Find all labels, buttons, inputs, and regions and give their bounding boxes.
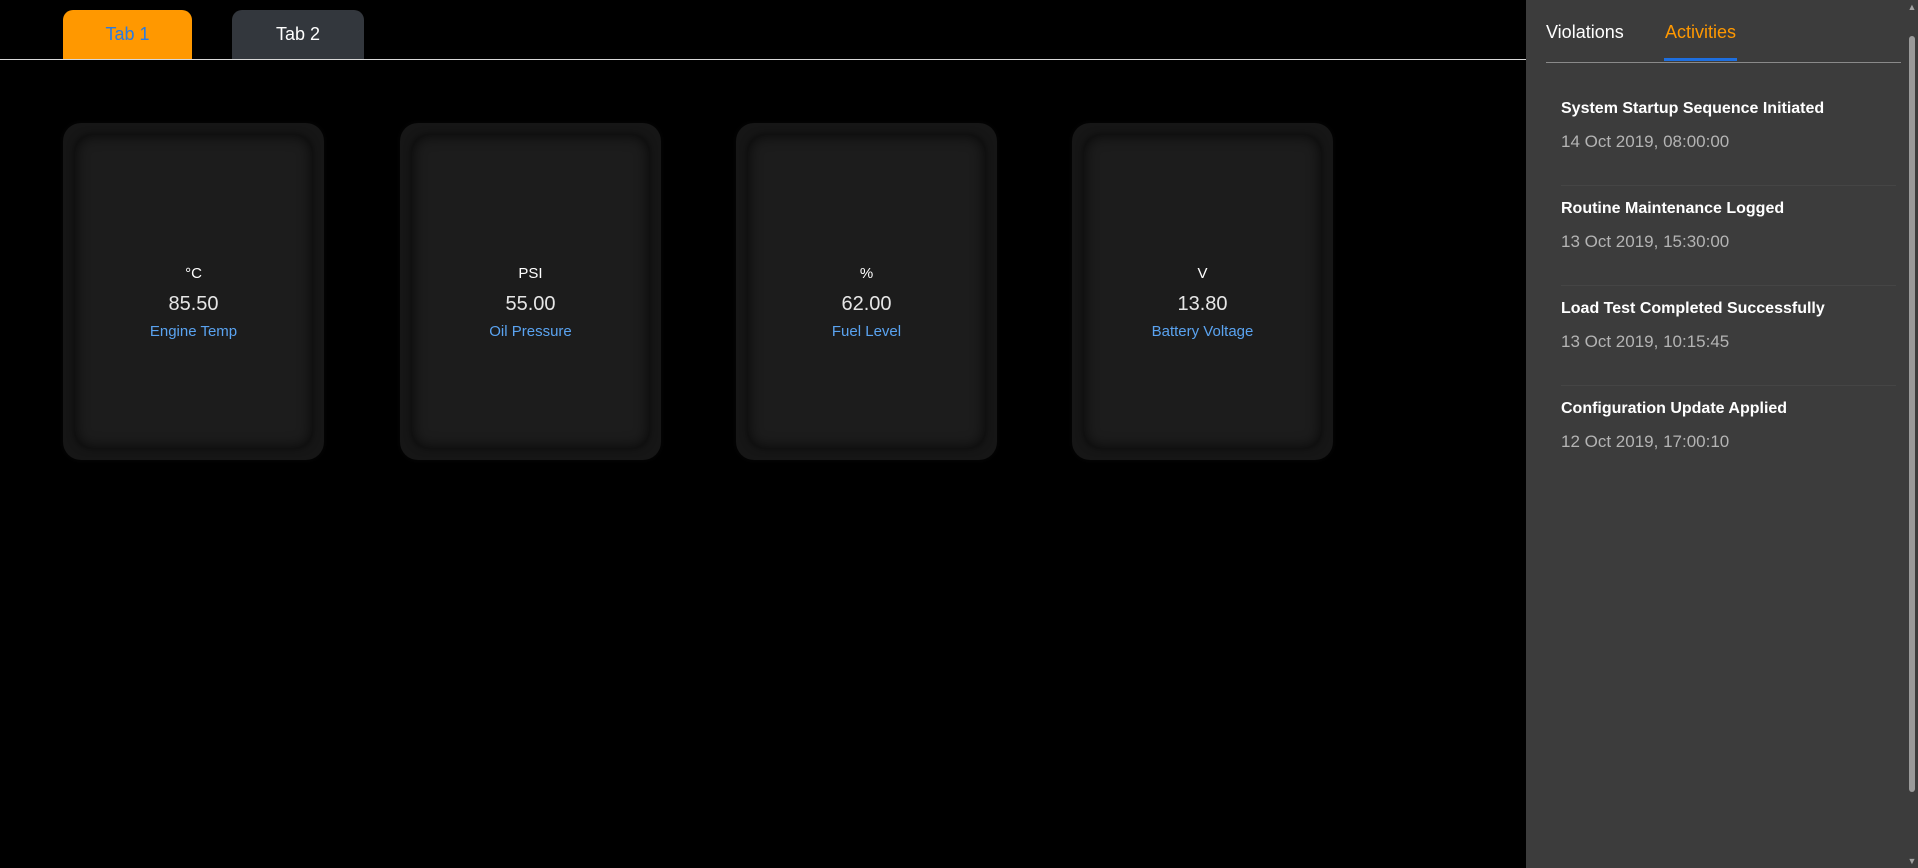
scroll-up-arrow-icon[interactable]: ▲ xyxy=(1907,2,1917,12)
gauge-card-battery-voltage[interactable]: V 13.80 Battery Voltage xyxy=(1072,123,1333,460)
activity-timestamp: 12 Oct 2019, 17:00:10 xyxy=(1561,432,1730,451)
gauge-value: 55.00 xyxy=(505,293,556,315)
gauge-value: 62.00 xyxy=(841,293,892,315)
gauge-unit: V xyxy=(1197,265,1208,282)
gauge-label: Engine Temp xyxy=(149,323,238,340)
gauge-card-engine-temp[interactable]: °C 85.50 Engine Temp xyxy=(63,123,324,460)
activity-title: Load Test Completed Successfully xyxy=(1561,300,1825,317)
gauge-unit: PSI xyxy=(518,265,543,282)
gauge-label: Oil Pressure xyxy=(489,323,572,340)
activity-timestamp: 13 Oct 2019, 10:15:45 xyxy=(1561,332,1730,351)
gauge-unit: °C xyxy=(185,265,202,282)
gauge-card-inner: PSI 55.00 Oil Pressure xyxy=(412,135,649,448)
gauge-value: 85.50 xyxy=(168,293,219,315)
activity-item[interactable]: Configuration Update Applied 12 Oct 2019… xyxy=(1561,386,1896,485)
gauge-card-content: PSI 55.00 Oil Pressure xyxy=(412,263,649,343)
gauge-card-content: °C 85.50 Engine Temp xyxy=(75,263,312,343)
scroll-down-arrow-icon[interactable]: ▼ xyxy=(1907,856,1917,866)
activity-item[interactable]: System Startup Sequence Initiated 14 Oct… xyxy=(1561,86,1896,186)
tab-violations[interactable]: Violations xyxy=(1546,22,1624,43)
side-panel: Violations Activities System Startup Seq… xyxy=(1526,0,1906,868)
tab-2[interactable]: Tab 2 xyxy=(232,10,364,59)
gauge-card-fuel-level[interactable]: % 62.00 Fuel Level xyxy=(736,123,997,460)
gauge-card-oil-pressure[interactable]: PSI 55.00 Oil Pressure xyxy=(400,123,661,460)
gauge-card-inner: °C 85.50 Engine Temp xyxy=(75,135,312,448)
gauge-card-content: % 62.00 Fuel Level xyxy=(748,263,985,343)
activity-item[interactable]: Load Test Completed Successfully 13 Oct … xyxy=(1561,286,1896,386)
vertical-scrollbar[interactable]: ▲ ▼ xyxy=(1906,0,1918,868)
activity-title: Configuration Update Applied xyxy=(1561,400,1788,417)
activity-list: System Startup Sequence Initiated 14 Oct… xyxy=(1561,86,1896,485)
gauge-value: 13.80 xyxy=(1177,293,1228,315)
gauge-label: Fuel Level xyxy=(831,323,902,340)
gauge-card-content: V 13.80 Battery Voltage xyxy=(1084,263,1321,343)
main-area: Tab 1 Tab 2 °C 85.50 Engine Temp PSI 55.… xyxy=(0,0,1526,868)
active-tab-indicator xyxy=(1664,58,1737,61)
main-tab-bar: Tab 1 Tab 2 xyxy=(0,0,1526,60)
activity-title: Routine Maintenance Logged xyxy=(1561,200,1785,217)
gauge-unit: % xyxy=(859,265,874,282)
activity-item[interactable]: Routine Maintenance Logged 13 Oct 2019, … xyxy=(1561,186,1896,286)
gauge-card-inner: % 62.00 Fuel Level xyxy=(748,135,985,448)
activity-timestamp: 14 Oct 2019, 08:00:00 xyxy=(1561,132,1730,151)
activity-title: System Startup Sequence Initiated xyxy=(1561,100,1825,117)
gauge-card-inner: V 13.80 Battery Voltage xyxy=(1084,135,1321,448)
activity-timestamp: 13 Oct 2019, 15:30:00 xyxy=(1561,232,1730,251)
app-root: Tab 1 Tab 2 °C 85.50 Engine Temp PSI 55.… xyxy=(0,0,1918,868)
tab-1[interactable]: Tab 1 xyxy=(63,10,192,59)
scrollbar-thumb[interactable] xyxy=(1909,36,1915,792)
tab-activities[interactable]: Activities xyxy=(1665,22,1736,43)
gauge-label: Battery Voltage xyxy=(1151,323,1254,340)
panel-tab-bar: Violations Activities xyxy=(1546,0,1901,63)
